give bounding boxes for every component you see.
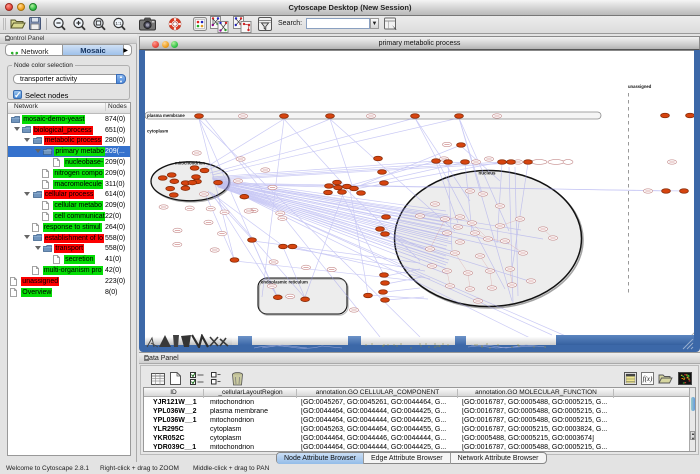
svg-text:plasma membrane: plasma membrane: [147, 113, 185, 118]
svg-text:f(x): f(x): [643, 375, 653, 383]
svg-text:unassigned: unassigned: [628, 84, 652, 89]
svg-text:cytoplasm: cytoplasm: [147, 129, 168, 134]
svg-text:1:1: 1:1: [115, 21, 122, 26]
svg-text:nucleus: nucleus: [478, 171, 496, 176]
svg-text:endoplasmic reticulum: endoplasmic reticulum: [261, 280, 308, 285]
svg-text:mitochondrion: mitochondrion: [175, 161, 205, 166]
